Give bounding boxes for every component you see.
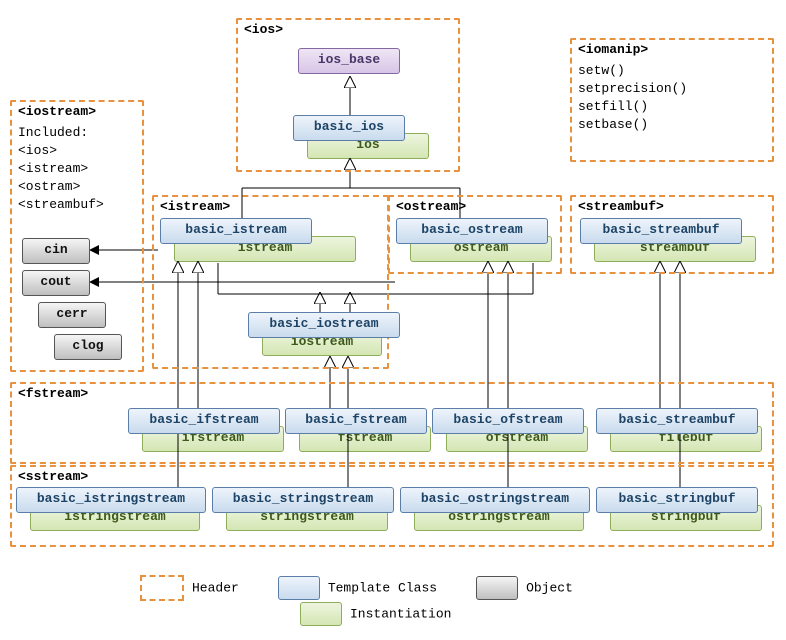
iomanip-fn-3: setbase() bbox=[578, 116, 648, 134]
header-ios: <ios> bbox=[236, 18, 460, 172]
iomanip-fn-2: setfill() bbox=[578, 98, 648, 116]
iomanip-fn-0: setw() bbox=[578, 62, 625, 80]
class-ios-base: ios_base bbox=[298, 48, 400, 74]
iostream-inc-3: <ostram> bbox=[18, 178, 80, 196]
legend-tpl-icon bbox=[278, 576, 320, 600]
class-basic-istringstream: basic_istringstream bbox=[16, 487, 206, 513]
legend: Header Template Class Object bbox=[140, 575, 573, 601]
iomanip-fn-1: setprecision() bbox=[578, 80, 687, 98]
legend-obj-label: Object bbox=[526, 580, 573, 595]
class-basic-iostream: basic_iostream bbox=[248, 312, 400, 338]
header-istream-label: <istream> bbox=[160, 199, 230, 214]
header-ios-label: <ios> bbox=[244, 22, 283, 37]
class-basic-ifstream: basic_ifstream bbox=[128, 408, 280, 434]
header-iostream-label: <iostream> bbox=[18, 104, 96, 119]
header-iomanip-label: <iomanip> bbox=[578, 42, 648, 57]
legend-header-icon bbox=[140, 575, 184, 601]
object-cout: cout bbox=[22, 270, 90, 296]
class-basic-stringstream: basic_stringstream bbox=[212, 487, 394, 513]
object-clog: clog bbox=[54, 334, 122, 360]
legend-inst-label: Instantiation bbox=[350, 606, 451, 621]
class-basic-fstream: basic_fstream bbox=[285, 408, 427, 434]
iostream-inc-2: <istream> bbox=[18, 160, 88, 178]
class-basic-stringbuf: basic_stringbuf bbox=[596, 487, 758, 513]
legend-inst-icon bbox=[300, 602, 342, 626]
header-iomanip: <iomanip> setw() setprecision() setfill(… bbox=[570, 38, 774, 162]
legend-tpl-label: Template Class bbox=[328, 580, 437, 595]
iostream-inc-4: <streambuf> bbox=[18, 196, 104, 214]
header-sstream-label: <sstream> bbox=[18, 469, 88, 484]
iostream-inc-1: <ios> bbox=[18, 142, 57, 160]
legend-obj-icon bbox=[476, 576, 518, 600]
class-basic-istream: basic_istream bbox=[160, 218, 312, 244]
object-cin: cin bbox=[22, 238, 90, 264]
iostream-inc-0: Included: bbox=[18, 124, 88, 142]
header-iostream: <iostream> Included: <ios> <istream> <os… bbox=[10, 100, 144, 372]
class-basic-streambuf: basic_streambuf bbox=[580, 218, 742, 244]
class-basic-filebuf: basic_streambuf bbox=[596, 408, 758, 434]
class-basic-ostream: basic_ostream bbox=[396, 218, 548, 244]
legend2: Instantiation bbox=[300, 602, 451, 626]
class-basic-ios: basic_ios bbox=[293, 115, 405, 141]
class-basic-ofstream: basic_ofstream bbox=[432, 408, 584, 434]
header-streambuf-label: <streambuf> bbox=[578, 199, 664, 214]
class-basic-ostringstream: basic_ostringstream bbox=[400, 487, 590, 513]
object-cerr: cerr bbox=[38, 302, 106, 328]
header-fstream-label: <fstream> bbox=[18, 386, 88, 401]
legend-header-label: Header bbox=[192, 580, 239, 595]
header-ostream-label: <ostream> bbox=[396, 199, 466, 214]
